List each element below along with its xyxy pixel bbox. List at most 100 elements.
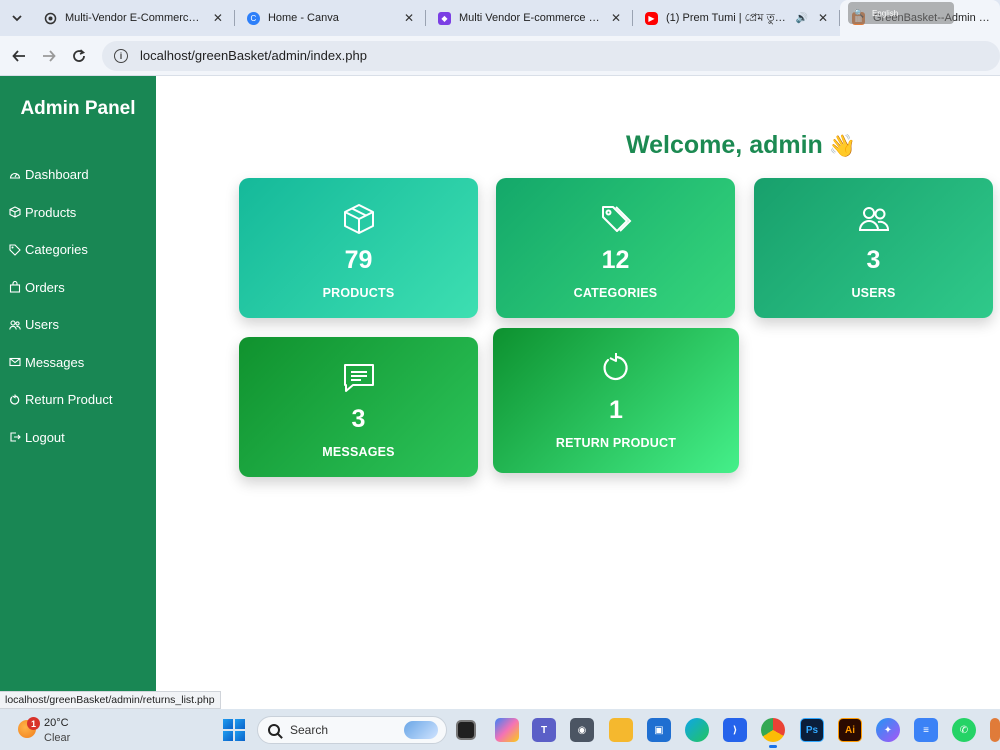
sidebar-item-products[interactable]: Products [0, 194, 156, 232]
reload-button[interactable] [64, 41, 94, 71]
illustrator-icon[interactable]: Ai [838, 718, 862, 742]
vscode-icon[interactable]: ⟩ [723, 718, 747, 742]
store-icon[interactable]: ▣ [647, 718, 671, 742]
language-overlay[interactable]: 🔍 English [848, 2, 954, 24]
categories-card[interactable]: 12 CATEGORIES [496, 178, 735, 318]
site-info-icon[interactable]: i [114, 48, 128, 63]
categories-label: CATEGORIES [573, 286, 658, 300]
browser-tab-4[interactable]: ▶ (1) Prem Tumi | প্রেম তুমি | Ta 🔊 ✕ [633, 0, 840, 36]
file-explorer-icon[interactable] [609, 718, 633, 742]
tags-icon [9, 244, 21, 256]
url-input[interactable]: i localhost/greenBasket/admin/index.php [102, 40, 1000, 71]
sidebar-item-label: Products [25, 204, 77, 220]
box-icon [9, 206, 21, 218]
messages-card[interactable]: 3 MESSAGES [239, 337, 478, 477]
messenger-icon[interactable]: ✦ [876, 718, 900, 742]
whatsapp-icon[interactable]: ✆ [952, 718, 976, 742]
products-label: PRODUCTS [322, 286, 395, 300]
sidebar-title: Admin Panel [20, 98, 136, 119]
copilot-icon: ◆ [438, 11, 451, 25]
products-card[interactable]: 79 PRODUCTS [239, 178, 478, 318]
sidebar-item-categories[interactable]: Categories [0, 231, 156, 269]
link-status-bar: localhost/greenBasket/admin/returns_list… [0, 691, 221, 709]
back-button[interactable] [4, 41, 34, 71]
close-tab-icon[interactable]: ✕ [816, 11, 830, 25]
admin-sidebar: Admin Panel Dashboard Products Categorie… [0, 76, 156, 708]
search-icon [268, 724, 280, 736]
sidebar-item-return-product[interactable]: Return Product [0, 381, 156, 419]
tab-title: Multi-Vendor E-Commerce Proj [64, 12, 203, 24]
forward-button[interactable] [34, 41, 64, 71]
search-placeholder: Search [290, 723, 329, 737]
sidebar-item-label: Return Product [25, 392, 113, 408]
sidebar-item-label: Logout [25, 429, 65, 445]
browser-tab-strip: Multi-Vendor E-Commerce Proj ✕ C Home - … [0, 0, 1000, 36]
chrome-icon[interactable] [761, 718, 785, 748]
people-icon [9, 319, 21, 331]
people-icon [857, 202, 891, 236]
chat-icon [342, 361, 376, 395]
arrow-right-icon [43, 49, 56, 62]
address-bar: i localhost/greenBasket/admin/index.php [0, 36, 1000, 76]
speedometer-icon [9, 169, 21, 181]
overlay-text: English [871, 8, 899, 18]
chatgpt-icon [44, 12, 57, 25]
sidebar-item-orders[interactable]: Orders [0, 269, 156, 307]
notification-badge: 1 [27, 717, 40, 730]
tab-title: Multi Vendor E-commerce webs [459, 12, 601, 24]
sidebar-item-logout[interactable]: Logout [0, 419, 156, 457]
users-card[interactable]: 3 USERS [754, 178, 993, 318]
browser-tab-3[interactable]: ◆ Multi Vendor E-commerce webs ✕ [426, 0, 633, 36]
youtube-icon: ▶ [645, 11, 658, 25]
chevron-down-icon [12, 15, 22, 22]
copilot-icon[interactable] [495, 718, 519, 742]
logout-icon [9, 431, 21, 443]
weather-condition: Clear [44, 732, 71, 744]
browser-tab-1[interactable]: Multi-Vendor E-Commerce Proj ✕ [32, 0, 235, 36]
reload-icon [73, 48, 86, 62]
photoshop-icon[interactable]: Ps [800, 718, 824, 742]
search-icon: 🔍 [854, 8, 864, 18]
camera-icon[interactable]: ◉ [570, 718, 594, 742]
search-highlight-icon [404, 721, 438, 739]
return-product-card[interactable]: 1 RETURN PRODUCT [493, 328, 739, 473]
returns-count: 1 [609, 396, 623, 424]
close-tab-icon[interactable]: ✕ [402, 11, 416, 25]
audio-playing-icon[interactable]: 🔊 [796, 13, 808, 24]
other-app-icon[interactable] [990, 718, 1000, 742]
refresh-icon [9, 394, 21, 406]
edge-icon[interactable] [685, 718, 709, 742]
sidebar-item-label: Orders [25, 279, 65, 295]
close-tab-icon[interactable]: ✕ [609, 11, 623, 25]
browser-tab-2[interactable]: C Home - Canva ✕ [235, 0, 426, 36]
task-view-icon[interactable] [456, 720, 476, 740]
welcome-text: Welcome, admin [626, 131, 823, 159]
close-tab-icon[interactable]: ✕ [211, 11, 225, 25]
tab-search-menu-button[interactable] [6, 6, 28, 30]
sidebar-item-label: Dashboard [25, 167, 89, 183]
sidebar-item-label: Users [25, 317, 59, 333]
sidebar-item-label: Messages [25, 354, 85, 370]
bag-icon [9, 281, 21, 293]
sidebar-item-label: Categories [25, 242, 88, 258]
taskbar-search[interactable]: Search [257, 716, 447, 744]
notepad-icon[interactable]: ≡ [914, 718, 938, 742]
dashboard-main: Welcome, admin 👋 79 PRODUCTS 12 CATEGORIE… [156, 76, 1000, 708]
categories-count: 12 [601, 246, 630, 274]
tab-title: (1) Prem Tumi | প্রেম তুমি | Ta [666, 11, 792, 24]
sidebar-item-dashboard[interactable]: Dashboard [0, 156, 156, 194]
weather-temp: 20°C [44, 717, 69, 729]
welcome-heading: Welcome, admin 👋 [626, 131, 856, 160]
messages-count: 3 [351, 405, 366, 433]
sidebar-item-users[interactable]: Users [0, 306, 156, 344]
refresh-icon [599, 352, 633, 386]
url-text: localhost/greenBasket/admin/index.php [140, 48, 367, 63]
sidebar-item-messages[interactable]: Messages [0, 344, 156, 382]
tags-icon [599, 202, 633, 236]
teams-icon[interactable]: T [532, 718, 556, 742]
tab-title: Home - Canva [267, 12, 339, 24]
envelope-icon [9, 356, 21, 368]
messages-label: MESSAGES [322, 445, 395, 459]
weather-widget[interactable]: 1 20°C Clear [18, 714, 108, 746]
start-button[interactable] [223, 719, 245, 741]
